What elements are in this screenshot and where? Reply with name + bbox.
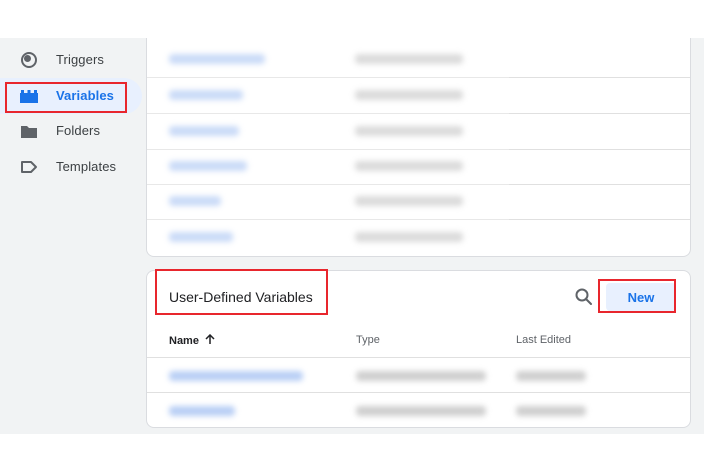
- sidebar-item-variables[interactable]: Variables: [0, 78, 142, 114]
- table-row[interactable]: [147, 357, 690, 392]
- arrow-up-icon: [205, 333, 215, 348]
- blurred-name: [169, 406, 235, 416]
- column-header-type[interactable]: Type: [356, 334, 380, 346]
- column-header-last-edited[interactable]: Last Edited: [516, 334, 571, 346]
- table-row[interactable]: [147, 392, 690, 427]
- blurred-name: [169, 371, 303, 381]
- column-header-label: Type: [356, 334, 380, 346]
- built-in-variables-card: [146, 38, 691, 257]
- search-icon[interactable]: [574, 287, 594, 307]
- blurred-type: [356, 371, 486, 381]
- sidebar-item-label: Templates: [56, 159, 117, 174]
- blurred-type: [356, 406, 486, 416]
- main-content: User-Defined Variables New Name Type Las…: [146, 38, 704, 434]
- sidebar-item-label: Triggers: [56, 52, 104, 67]
- triggers-icon: [20, 52, 38, 68]
- column-header-label: Last Edited: [516, 334, 572, 346]
- variables-icon: [20, 88, 38, 104]
- column-header-label: Name: [169, 335, 199, 347]
- sidebar: Triggers Variables Folders Templates: [0, 38, 146, 434]
- blurred-last-edited: [516, 406, 586, 416]
- sidebar-item-label: Variables: [56, 88, 114, 103]
- blur-overlay: [147, 38, 509, 256]
- new-variable-button[interactable]: New: [606, 283, 676, 311]
- user-defined-variables-card: User-Defined Variables New Name Type Las…: [146, 270, 691, 428]
- blurred-last-edited: [516, 371, 586, 381]
- sidebar-item-folders[interactable]: Folders: [0, 113, 142, 149]
- template-icon: [20, 159, 38, 175]
- sidebar-item-templates[interactable]: Templates: [0, 149, 142, 185]
- sidebar-item-triggers[interactable]: Triggers: [0, 42, 142, 78]
- section-title: User-Defined Variables: [169, 289, 313, 305]
- sidebar-item-label: Folders: [56, 123, 101, 138]
- top-bar: [0, 0, 704, 38]
- column-header-name[interactable]: Name: [169, 333, 215, 348]
- folder-icon: [20, 123, 38, 139]
